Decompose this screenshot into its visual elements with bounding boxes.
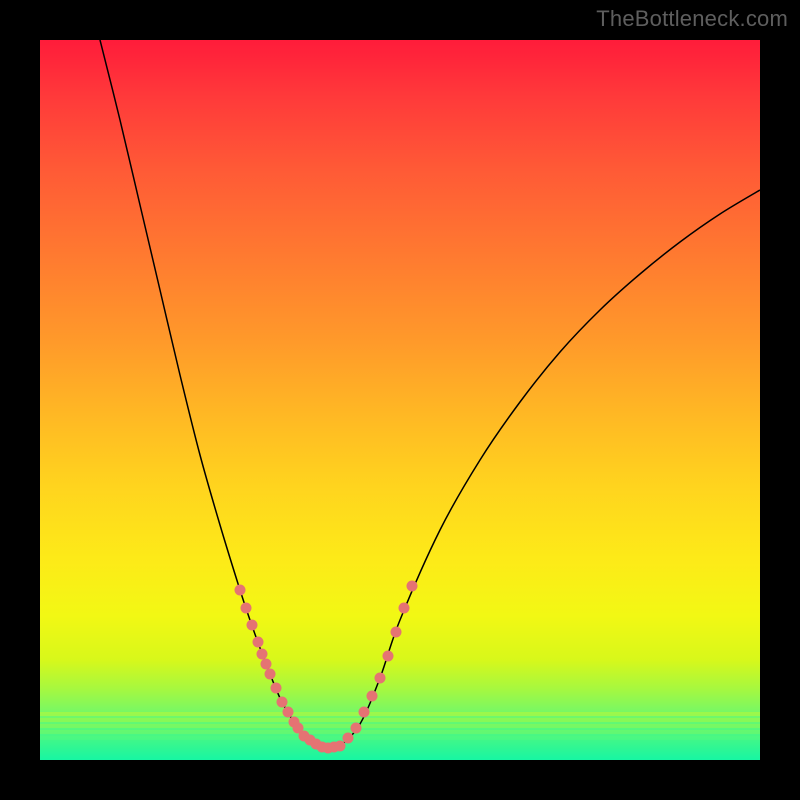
chart-svg: [40, 40, 760, 760]
data-dot: [235, 585, 246, 596]
data-dot: [407, 581, 418, 592]
data-dot: [283, 707, 294, 718]
data-dot: [261, 659, 272, 670]
data-dot: [241, 603, 252, 614]
data-dot: [391, 627, 402, 638]
dots-group: [235, 581, 418, 754]
watermark-text: TheBottleneck.com: [596, 6, 788, 32]
data-dot: [277, 697, 288, 708]
data-dot: [257, 649, 268, 660]
data-dot: [399, 603, 410, 614]
data-dot: [265, 669, 276, 680]
data-dot: [367, 691, 378, 702]
data-dot: [343, 733, 354, 744]
data-dot: [375, 673, 386, 684]
plot-area: [40, 40, 760, 760]
data-dot: [359, 707, 370, 718]
data-dot: [247, 620, 258, 631]
data-dot: [383, 651, 394, 662]
data-dot: [335, 741, 346, 752]
data-dot: [253, 637, 264, 648]
curve-line: [100, 40, 760, 749]
data-dot: [271, 683, 282, 694]
chart-frame: TheBottleneck.com: [0, 0, 800, 800]
data-dot: [351, 723, 362, 734]
